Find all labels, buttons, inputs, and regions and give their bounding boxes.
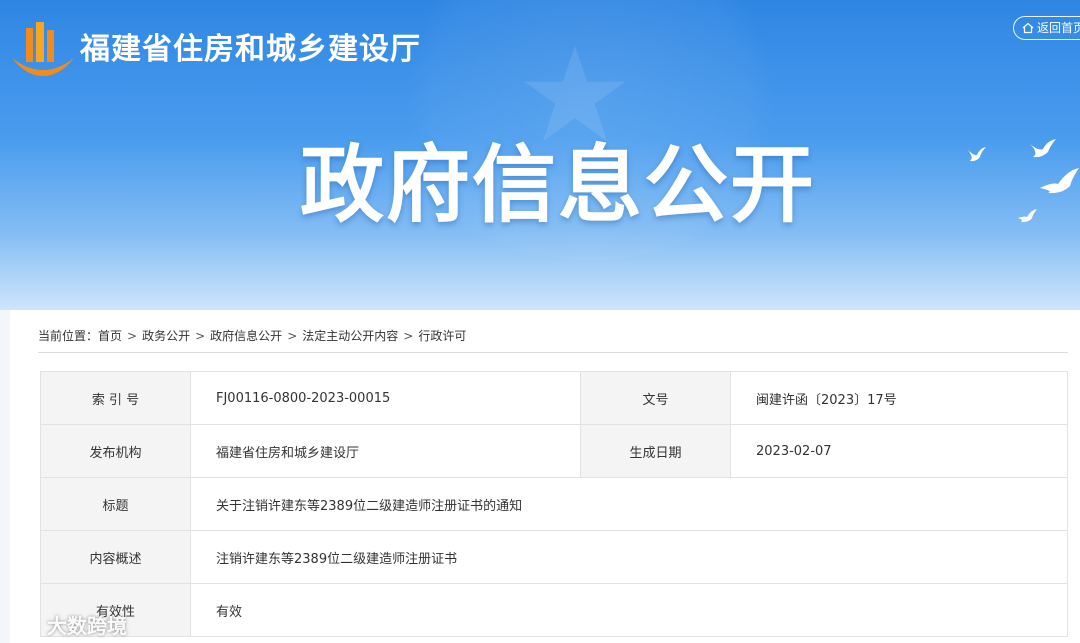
breadcrumb-statutory-content[interactable]: 法定主动公开内容 bbox=[302, 329, 398, 343]
table-row: 有效性 有效 bbox=[40, 583, 1068, 637]
title-value: 关于注销许建东等2389位二级建造师注册证书的通知 bbox=[190, 477, 1068, 531]
index-number-label: 索 引 号 bbox=[40, 371, 191, 425]
info-table: 索 引 号 FJ00116-0800-2023-00015 文号 闽建许函〔20… bbox=[40, 371, 1068, 637]
dove-icon bbox=[1040, 168, 1079, 194]
table-row: 索 引 号 FJ00116-0800-2023-00015 文号 闽建许函〔20… bbox=[40, 371, 1068, 425]
breadcrumb-admin-license[interactable]: 行政许可 bbox=[418, 329, 466, 343]
breadcrumb-gov-info[interactable]: 政府信息公开 bbox=[210, 329, 282, 343]
table-row: 内容概述 注销许建东等2389位二级建造师注册证书 bbox=[40, 530, 1068, 584]
breadcrumb-prefix: 当前位置： bbox=[38, 329, 99, 343]
date-value: 2023-02-07 bbox=[730, 424, 1068, 478]
breadcrumb-separator: > bbox=[287, 329, 298, 343]
department-logo-icon bbox=[12, 22, 74, 76]
validity-value: 有效 bbox=[190, 583, 1068, 637]
breadcrumb-separator: > bbox=[195, 329, 206, 343]
document-number-label: 文号 bbox=[580, 371, 731, 425]
breadcrumb-home[interactable]: 首页 bbox=[98, 329, 122, 343]
breadcrumb: 当前位置：首页 > 政务公开 > 政府信息公开 > 法定主动公开内容 > 行政许可 bbox=[38, 327, 466, 344]
header-banner: 福建省住房和城乡建设厅 返回首页 政府信息公开 bbox=[0, 0, 1080, 310]
divider bbox=[38, 352, 1068, 353]
home-icon bbox=[1022, 22, 1034, 34]
breadcrumb-separator: > bbox=[127, 329, 138, 343]
table-row: 标题 关于注销许建东等2389位二级建造师注册证书的通知 bbox=[40, 477, 1068, 531]
back-home-label: 返回首页 bbox=[1037, 21, 1080, 35]
publisher-label: 发布机构 bbox=[40, 424, 191, 478]
site-title: 福建省住房和城乡建设厅 bbox=[80, 32, 421, 67]
breadcrumb-gov-affairs[interactable]: 政务公开 bbox=[142, 329, 190, 343]
date-label: 生成日期 bbox=[580, 424, 731, 478]
back-home-button[interactable]: 返回首页 bbox=[1013, 16, 1080, 40]
summary-label: 内容概述 bbox=[40, 530, 191, 584]
summary-value: 注销许建东等2389位二级建造师注册证书 bbox=[190, 530, 1068, 584]
content-panel: 当前位置：首页 > 政务公开 > 政府信息公开 > 法定主动公开内容 > 行政许可 索 引 号 … bbox=[10, 310, 1080, 643]
dove-icon bbox=[1018, 209, 1037, 223]
breadcrumb-separator: > bbox=[403, 329, 414, 343]
table-row: 发布机构 福建省住房和城乡建设厅 生成日期 2023-02-07 bbox=[40, 424, 1068, 478]
watermark-text: 大数跨境 bbox=[46, 614, 127, 638]
index-number-value: FJ00116-0800-2023-00015 bbox=[190, 371, 581, 425]
hero-title: 政府信息公开 bbox=[300, 136, 817, 234]
watermark-logo-icon bbox=[11, 619, 40, 633]
document-number-value: 闽建许函〔2023〕17号 bbox=[730, 371, 1068, 425]
watermark: 大数跨境 bbox=[10, 610, 127, 639]
title-label: 标题 bbox=[40, 477, 191, 531]
dove-icon bbox=[1030, 139, 1056, 158]
dove-icon bbox=[968, 147, 986, 162]
publisher-value: 福建省住房和城乡建设厅 bbox=[190, 424, 581, 478]
